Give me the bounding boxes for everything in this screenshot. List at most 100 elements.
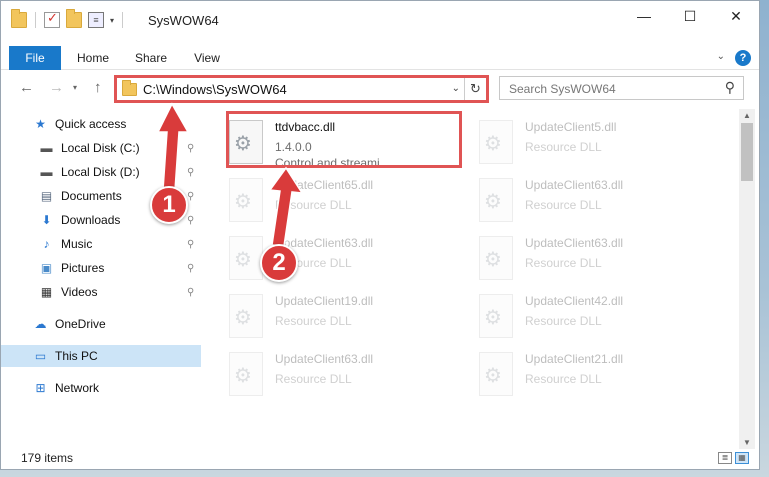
sidebar-item-label: Downloads [61, 213, 121, 227]
documents-icon: ▤ [40, 189, 53, 203]
explorer-window: ≡ ▾ SysWOW64 — ☐ ✕ File Home Share View … [0, 0, 760, 470]
file-name: UpdateClient5.dll [525, 120, 617, 134]
tab-share[interactable]: Share [125, 46, 177, 70]
scrollbar-thumb[interactable] [741, 123, 753, 181]
file-detail: Resource DLL [525, 256, 602, 270]
search-input[interactable]: Search SysWOW64 [509, 82, 616, 96]
up-button[interactable]: ↑ [94, 79, 102, 96]
address-bar[interactable]: C:\Windows\SysWOW64 ⌄ ↻ [114, 75, 489, 103]
dll-file-icon [479, 294, 513, 338]
file-item[interactable]: UpdateClient65.dll Resource DLL [213, 173, 448, 231]
ribbon: File Home Share View ⌄ ? [1, 46, 759, 70]
music-icon: ♪ [43, 237, 50, 251]
toolbar-separator [35, 12, 36, 28]
maximize-button[interactable]: ☐ [667, 1, 713, 31]
sidebar-item-label: Network [55, 381, 100, 395]
callout-step-2: 2 [260, 244, 298, 282]
file-item[interactable]: UpdateClient63.dllResource DLL [213, 231, 448, 289]
file-detail: Resource DLL [275, 314, 352, 328]
sidebar-item-music[interactable]: ♪ Music ⚲ [1, 233, 201, 255]
dll-file-icon [229, 236, 263, 280]
sidebar-item-this-pc[interactable]: ▭ This PC [1, 345, 201, 367]
sidebar-item-label: Music [61, 237, 93, 251]
sidebar-item-onedrive[interactable]: ☁ OneDrive [1, 313, 201, 335]
dll-file-icon [229, 178, 263, 222]
file-detail: Resource DLL [525, 198, 602, 212]
callout-step-1: 1 [150, 186, 188, 224]
search-icon[interactable]: ⚲ [725, 79, 735, 96]
videos-icon: ▦ [40, 285, 53, 299]
close-button[interactable]: ✕ [713, 1, 759, 31]
sidebar-item-network[interactable]: ⊞ Network [1, 377, 201, 399]
toolbar-dropdown-icon[interactable]: ▾ [110, 16, 114, 25]
view-options-icon[interactable]: ≡ [88, 12, 104, 28]
file-name: UpdateClient63.dll [275, 352, 374, 366]
file-detail: Resource DLL [275, 198, 352, 212]
sidebar-item-label: Local Disk (C:) [61, 141, 140, 155]
file-item[interactable]: UpdateClient63.dll Resource DLL [463, 173, 698, 231]
search-box[interactable]: Search SysWOW64 ⚲ [499, 76, 744, 100]
file-detail: Resource DLL [275, 372, 352, 386]
tab-home[interactable]: Home [67, 46, 119, 70]
pin-icon[interactable]: ⚲ [187, 191, 194, 202]
file-item[interactable]: UpdateClient19.dll Resource DLL [213, 289, 448, 347]
file-item[interactable]: UpdateClient63.dll Resource DLL [463, 231, 698, 289]
sidebar-item-local-disk-d[interactable]: ▬ Local Disk (D:) ⚲ [1, 161, 201, 183]
sidebar-item-label: Documents [61, 189, 122, 203]
pin-icon[interactable]: ⚲ [187, 263, 194, 274]
pin-icon[interactable]: ⚲ [187, 167, 194, 178]
file-item[interactable]: UpdateClient42.dll Resource DLL [463, 289, 698, 347]
pin-icon[interactable]: ⚲ [187, 287, 194, 298]
folder-icon [122, 80, 137, 96]
recent-locations-icon[interactable]: ▾ [73, 83, 77, 92]
dll-file-icon [479, 178, 513, 222]
file-name: UpdateClient63.dll [525, 236, 624, 250]
window-controls: — ☐ ✕ [621, 1, 759, 31]
vertical-scrollbar[interactable]: ▲ ▼ [739, 109, 755, 449]
navigation-pane: ★ Quick access ▬ Local Disk (C:) ⚲ ▬ Local Dis… [1, 109, 201, 444]
address-path[interactable]: C:\Windows\SysWOW64 [143, 82, 287, 97]
pin-icon[interactable]: ⚲ [187, 143, 194, 154]
scroll-down-icon[interactable]: ▼ [743, 438, 751, 447]
tab-file[interactable]: File [9, 46, 61, 70]
tab-view[interactable]: View [181, 46, 233, 70]
file-item[interactable]: UpdateClient5.dll Resource DLL [463, 115, 698, 173]
scroll-up-icon[interactable]: ▲ [743, 111, 751, 120]
status-bar: 179 items ≣ ▦ [1, 448, 759, 469]
help-icon[interactable]: ? [735, 50, 751, 66]
pin-icon[interactable]: ⚲ [187, 215, 194, 226]
address-dropdown-icon[interactable]: ⌄ [452, 83, 460, 94]
expand-ribbon-icon[interactable]: ⌄ [717, 51, 725, 62]
forward-button[interactable]: → [49, 79, 64, 96]
sidebar-item-videos[interactable]: ▦ Videos ⚲ [1, 281, 201, 303]
sidebar-item-quick-access[interactable]: ★ Quick access [1, 113, 201, 135]
file-item[interactable]: UpdateClient21.dll Resource DLL [463, 347, 698, 405]
sidebar-item-local-disk-c[interactable]: ▬ Local Disk (C:) ⚲ [1, 137, 201, 159]
file-name: UpdateClient63.dll [525, 178, 624, 192]
file-detail: Resource DLL [525, 140, 602, 154]
window-title: SysWOW64 [148, 13, 219, 28]
toolbar-separator [122, 12, 124, 28]
file-item[interactable]: UpdateClient63.dll Resource DLL [213, 347, 448, 405]
minimize-button[interactable]: — [621, 1, 667, 31]
details-view-icon[interactable]: ≣ [718, 452, 732, 464]
tiles-view-icon[interactable]: ▦ [735, 452, 749, 464]
star-icon: ★ [35, 117, 46, 131]
file-highlight-box [226, 111, 462, 168]
dll-file-icon [479, 352, 513, 396]
quick-access-toolbar: ≡ ▾ [11, 9, 125, 28]
title-bar: ≡ ▾ SysWOW64 — ☐ ✕ [1, 1, 759, 39]
file-name: UpdateClient19.dll [275, 294, 374, 308]
download-icon: ⬇ [41, 213, 52, 227]
pin-icon[interactable]: ⚲ [187, 239, 194, 250]
drive-icon: ▬ [40, 141, 53, 155]
sidebar-item-pictures[interactable]: ▣ Pictures ⚲ [1, 257, 201, 279]
folder-icon[interactable] [11, 9, 27, 28]
file-detail: Resource DLL [525, 314, 602, 328]
back-button[interactable]: ← [19, 79, 34, 96]
file-detail: Resource DLL [525, 372, 602, 386]
properties-check-icon[interactable] [44, 10, 60, 28]
new-folder-icon[interactable] [66, 9, 82, 28]
refresh-button[interactable]: ↻ [464, 78, 486, 100]
sidebar-item-label: This PC [55, 349, 98, 363]
